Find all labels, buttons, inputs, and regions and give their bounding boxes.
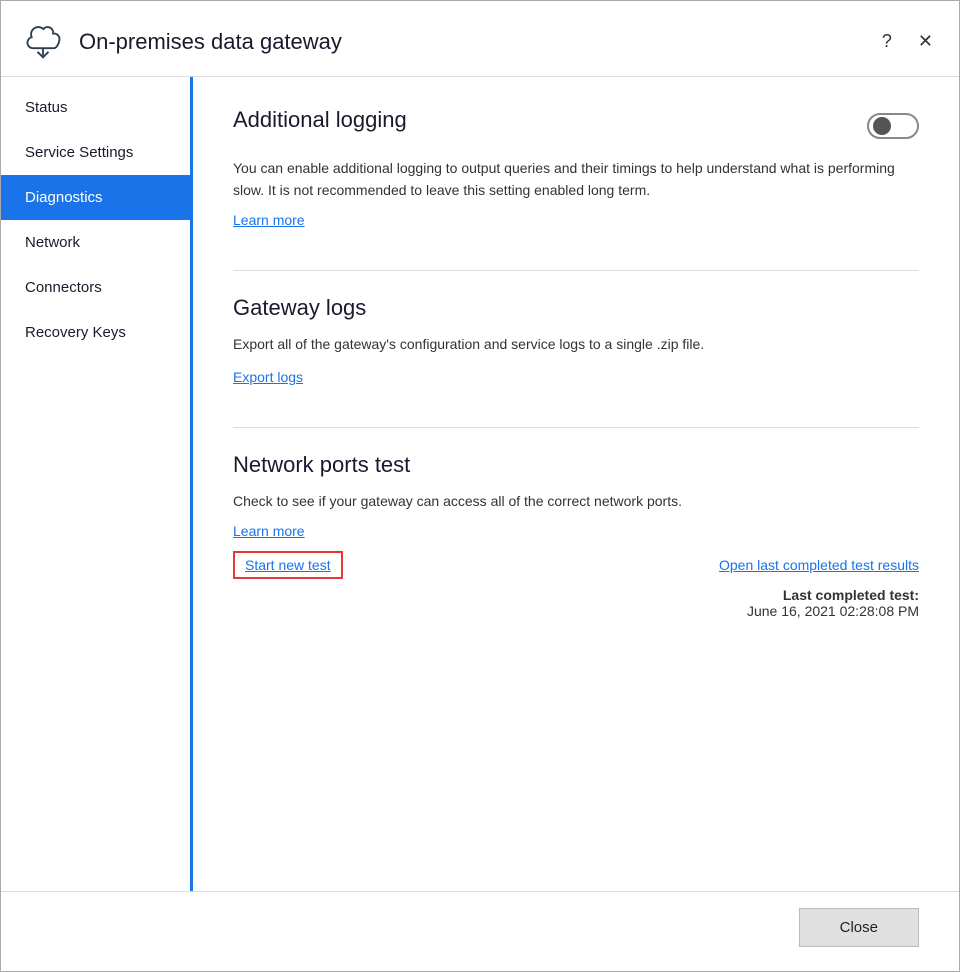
main-content: Additional logging You can enable additi… xyxy=(193,77,959,891)
additional-logging-title: Additional logging xyxy=(233,107,407,133)
sidebar-item-status[interactable]: Status xyxy=(1,85,190,130)
content-area: Status Service Settings Diagnostics Netw… xyxy=(1,77,959,891)
export-logs-link[interactable]: Export logs xyxy=(233,369,303,385)
title-actions: ? ✕ xyxy=(876,29,939,54)
divider-1 xyxy=(233,270,919,271)
toggle-knob xyxy=(873,117,891,135)
open-last-results-link[interactable]: Open last completed test results xyxy=(719,557,919,573)
network-ports-test-section: Network ports test Check to see if your … xyxy=(233,452,919,618)
gateway-logs-section: Gateway logs Export all of the gateway's… xyxy=(233,295,919,387)
network-ports-test-desc: Check to see if your gateway can access … xyxy=(233,490,919,512)
sidebar-item-diagnostics[interactable]: Diagnostics xyxy=(1,175,190,220)
last-completed-info: Last completed test: June 16, 2021 02:28… xyxy=(233,587,919,619)
sidebar-item-connectors[interactable]: Connectors xyxy=(1,265,190,310)
additional-logging-toggle[interactable] xyxy=(867,113,919,139)
sidebar-item-service-settings[interactable]: Service Settings xyxy=(1,130,190,175)
title-left: On-premises data gateway xyxy=(21,17,342,66)
app-window: On-premises data gateway ? ✕ Status Serv… xyxy=(0,0,960,972)
divider-2 xyxy=(233,427,919,428)
close-button[interactable]: Close xyxy=(799,908,919,947)
network-ports-learn-more[interactable]: Learn more xyxy=(233,523,305,539)
sidebar-item-recovery-keys[interactable]: Recovery Keys xyxy=(1,310,190,355)
gateway-logs-desc: Export all of the gateway's configuratio… xyxy=(233,333,919,355)
start-new-test-button[interactable]: Start new test xyxy=(233,551,343,579)
test-row: Start new test Open last completed test … xyxy=(233,551,919,579)
last-completed-label: Last completed test: xyxy=(783,587,919,603)
additional-logging-section: Additional logging You can enable additi… xyxy=(233,107,919,230)
title-bar: On-premises data gateway ? ✕ xyxy=(1,1,959,77)
app-title: On-premises data gateway xyxy=(79,29,342,55)
cloud-icon xyxy=(21,17,65,66)
network-ports-test-title: Network ports test xyxy=(233,452,919,478)
close-window-button[interactable]: ✕ xyxy=(912,29,939,54)
sidebar-item-network[interactable]: Network xyxy=(1,220,190,265)
additional-logging-header: Additional logging xyxy=(233,107,919,145)
additional-logging-desc: You can enable additional logging to out… xyxy=(233,157,919,202)
sidebar: Status Service Settings Diagnostics Netw… xyxy=(1,77,193,891)
footer: Close xyxy=(1,891,959,971)
additional-logging-learn-more[interactable]: Learn more xyxy=(233,212,305,228)
last-completed-date: June 16, 2021 02:28:08 PM xyxy=(747,603,919,619)
help-button[interactable]: ? xyxy=(876,29,898,54)
gateway-logs-title: Gateway logs xyxy=(233,295,919,321)
